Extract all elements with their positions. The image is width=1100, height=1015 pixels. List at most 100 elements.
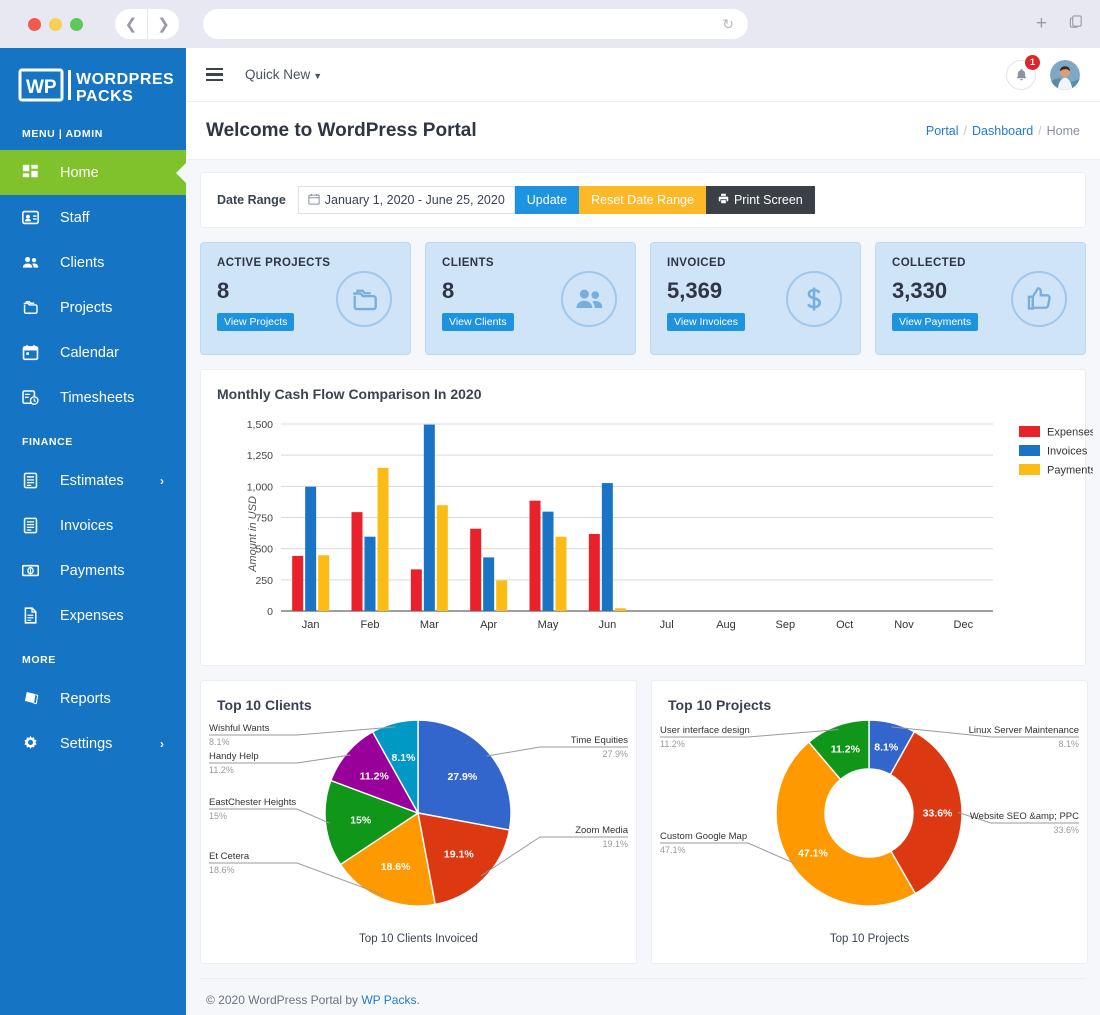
top-projects-card: Top 10 Projects 8.1%33.6%47.1%11.2%User … (651, 680, 1088, 964)
stat-card: CLIENTS8View Clients (425, 242, 636, 355)
document-lines-icon (22, 472, 48, 489)
sidebar-item-projects[interactable]: Projects (0, 285, 186, 330)
top-bar: Quick New▼ 1 (186, 48, 1100, 102)
sidebar-item-label: Settings (60, 736, 112, 752)
folders-icon (336, 271, 392, 327)
stat-card: COLLECTED3,330View Payments (875, 242, 1086, 355)
print-screen-label: Print Screen (734, 193, 803, 207)
chevron-right-icon: › (160, 737, 164, 751)
svg-text:Time Equities: Time Equities (571, 735, 628, 746)
back-arrow-icon[interactable]: ❮ (115, 9, 147, 39)
footer-text-after: . (416, 993, 419, 1007)
sidebar-item-calendar[interactable]: Calendar (0, 330, 186, 375)
browser-nav-buttons: ❮ ❯ (115, 9, 179, 39)
top-clients-card-title: Top 10 Clients (201, 681, 636, 713)
banknote-icon (22, 562, 48, 579)
sidebar-item-clients[interactable]: Clients (0, 240, 186, 285)
sidebar-item-label: Clients (60, 255, 104, 271)
svg-text:Jan: Jan (302, 619, 320, 631)
svg-text:User interface design: User interface design (660, 725, 750, 736)
sidebar-item-settings[interactable]: Settings › (0, 721, 186, 766)
svg-text:Wishful Wants: Wishful Wants (209, 723, 270, 734)
svg-text:8.1%: 8.1% (874, 742, 899, 754)
forward-arrow-icon[interactable]: ❯ (147, 9, 179, 39)
footer-link[interactable]: WP Packs (361, 993, 416, 1007)
svg-text:15%: 15% (209, 811, 227, 821)
stat-cards-row: ACTIVE PROJECTS8View ProjectsCLIENTS8Vie… (200, 242, 1086, 355)
cashflow-bar-chart: Amount in USD 02505007501,0001,2501,500J… (201, 416, 1075, 651)
sidebar-item-timesheets[interactable]: Timesheets (0, 375, 186, 420)
svg-text:WORDPRESS: WORDPRESS (76, 71, 173, 88)
stat-card-title: ACTIVE PROJECTS (217, 257, 394, 269)
url-input[interactable] (217, 17, 722, 31)
svg-text:Handy Help: Handy Help (209, 751, 259, 762)
breadcrumb-item-dashboard[interactable]: Dashboard (972, 124, 1033, 138)
dollar-icon (786, 271, 842, 327)
svg-text:PACKS: PACKS (76, 88, 133, 105)
sidebar-nav: MENU | ADMINHome Staff Clients Projects Cale… (0, 120, 186, 766)
svg-text:18.6%: 18.6% (381, 861, 411, 873)
brand-logo[interactable]: WP WORDPRESS PACKS (0, 48, 186, 120)
plus-icon[interactable]: + (1036, 13, 1047, 35)
notifications-button[interactable]: 1 (1006, 60, 1036, 90)
maximize-window-button[interactable] (70, 18, 83, 31)
svg-text:Dec: Dec (954, 619, 974, 631)
stat-card-button[interactable]: View Payments (892, 313, 978, 331)
top-clients-card: Top 10 Clients 27.9%19.1%18.6%15%11.2%8.… (200, 680, 637, 964)
sidebar-item-expenses[interactable]: Expenses (0, 593, 186, 638)
top-projects-card-title: Top 10 Projects (652, 681, 1087, 713)
sidebar-item-home[interactable]: Home (0, 150, 186, 195)
svg-text:EastChester Heights: EastChester Heights (209, 797, 296, 808)
breadcrumb-item-home: Home (1047, 124, 1080, 138)
svg-text:Aug: Aug (716, 619, 736, 631)
svg-text:8.1%: 8.1% (1058, 739, 1079, 749)
sidebar-item-staff[interactable]: Staff (0, 195, 186, 240)
url-bar[interactable]: ↻ (203, 9, 748, 39)
stat-card-button[interactable]: View Invoices (667, 313, 745, 331)
file-text-icon (22, 607, 48, 624)
dashboard-grid-icon (22, 164, 48, 181)
bar-chart-y-axis-label: Amount in USD (247, 496, 259, 572)
reset-date-range-button[interactable]: Reset Date Range (579, 186, 706, 214)
svg-text:Jun: Jun (598, 619, 616, 631)
app-shell: WP WORDPRESS PACKS MENU | ADMINHomeStaff… (0, 48, 1100, 1015)
sidebar-item-label: Staff (60, 210, 90, 226)
top-projects-donut-chart: 8.1%33.6%47.1%11.2%User interface design… (652, 713, 1087, 928)
calendar-icon (308, 193, 320, 208)
svg-text:WP: WP (26, 77, 57, 98)
sidebar-item-reports[interactable]: Reports (0, 676, 186, 721)
stat-card-button[interactable]: View Projects (217, 313, 294, 331)
sidebar-item-label: Invoices (60, 518, 113, 534)
stat-card-button[interactable]: View Clients (442, 313, 514, 331)
svg-text:May: May (538, 619, 559, 631)
sidebar-item-label: Calendar (60, 345, 119, 361)
sidebar-item-payments[interactable]: Payments (0, 548, 186, 593)
tabs-icon[interactable] (1069, 14, 1084, 34)
avatar[interactable] (1050, 60, 1080, 90)
sidebar-item-label: Payments (60, 563, 124, 579)
sidebar-item-estimates[interactable]: Estimates› (0, 458, 186, 503)
pie-cards-row: Top 10 Clients 27.9%19.1%18.6%15%11.2%8.… (200, 666, 1086, 964)
browser-chrome-right: + (1036, 13, 1084, 35)
svg-text:11.2%: 11.2% (660, 739, 685, 749)
hamburger-icon[interactable] (206, 68, 223, 81)
quick-new-dropdown[interactable]: Quick New▼ (245, 67, 322, 82)
notification-badge: 1 (1025, 55, 1040, 70)
invoice-icon (22, 517, 48, 534)
sidebar-section-heading: MENU | ADMIN (0, 120, 186, 150)
page-header: Welcome to WordPress Portal Portal/Dashb… (186, 102, 1100, 160)
date-range-input[interactable]: January 1, 2020 - June 25, 2020 (298, 186, 515, 214)
breadcrumb-item-portal[interactable]: Portal (926, 124, 959, 138)
window-traffic-lights (28, 18, 83, 31)
svg-text:1,500: 1,500 (247, 419, 273, 431)
top-bar-right: 1 (1006, 60, 1080, 90)
gear-icon (22, 735, 48, 752)
sidebar-item-invoices[interactable]: Invoices (0, 503, 186, 548)
page-title: Welcome to WordPress Portal (206, 120, 477, 142)
svg-text:19.1%: 19.1% (602, 839, 628, 849)
update-button[interactable]: Update (515, 186, 579, 214)
print-screen-button[interactable]: Print Screen (706, 186, 815, 214)
reload-icon[interactable]: ↻ (722, 16, 734, 33)
minimize-window-button[interactable] (49, 18, 62, 31)
close-window-button[interactable] (28, 18, 41, 31)
